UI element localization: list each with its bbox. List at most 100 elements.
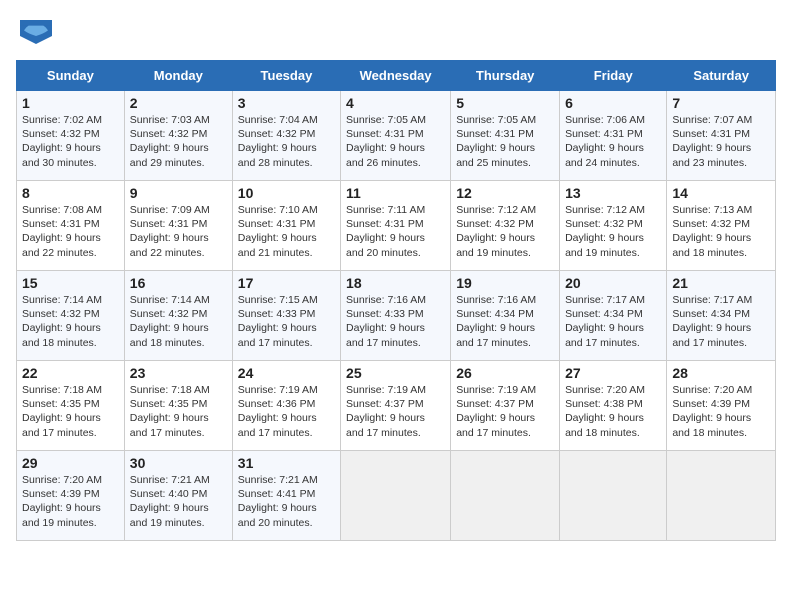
day-info: Sunrise: 7:21 AM Sunset: 4:40 PM Dayligh… <box>130 473 227 530</box>
calendar-cell: 24 Sunrise: 7:19 AM Sunset: 4:36 PM Dayl… <box>232 361 340 451</box>
day-number: 17 <box>238 275 335 291</box>
day-info: Sunrise: 7:05 AM Sunset: 4:31 PM Dayligh… <box>456 113 554 170</box>
day-info: Sunrise: 7:17 AM Sunset: 4:34 PM Dayligh… <box>565 293 661 350</box>
calendar-cell: 13 Sunrise: 7:12 AM Sunset: 4:32 PM Dayl… <box>560 181 667 271</box>
day-number: 4 <box>346 95 445 111</box>
day-number: 15 <box>22 275 119 291</box>
day-info: Sunrise: 7:05 AM Sunset: 4:31 PM Dayligh… <box>346 113 445 170</box>
calendar-cell: 4 Sunrise: 7:05 AM Sunset: 4:31 PM Dayli… <box>341 91 451 181</box>
day-info: Sunrise: 7:06 AM Sunset: 4:31 PM Dayligh… <box>565 113 661 170</box>
day-number: 14 <box>672 185 770 201</box>
day-info: Sunrise: 7:19 AM Sunset: 4:36 PM Dayligh… <box>238 383 335 440</box>
calendar-cell <box>667 451 776 541</box>
day-info: Sunrise: 7:12 AM Sunset: 4:32 PM Dayligh… <box>456 203 554 260</box>
day-header-saturday: Saturday <box>667 61 776 91</box>
day-number: 24 <box>238 365 335 381</box>
day-number: 23 <box>130 365 227 381</box>
calendar-cell <box>341 451 451 541</box>
calendar-cell: 30 Sunrise: 7:21 AM Sunset: 4:40 PM Dayl… <box>124 451 232 541</box>
day-info: Sunrise: 7:07 AM Sunset: 4:31 PM Dayligh… <box>672 113 770 170</box>
day-number: 3 <box>238 95 335 111</box>
day-number: 9 <box>130 185 227 201</box>
day-number: 1 <box>22 95 119 111</box>
day-header-sunday: Sunday <box>17 61 125 91</box>
day-info: Sunrise: 7:19 AM Sunset: 4:37 PM Dayligh… <box>346 383 445 440</box>
calendar-cell: 11 Sunrise: 7:11 AM Sunset: 4:31 PM Dayl… <box>341 181 451 271</box>
calendar-cell: 27 Sunrise: 7:20 AM Sunset: 4:38 PM Dayl… <box>560 361 667 451</box>
day-number: 5 <box>456 95 554 111</box>
day-info: Sunrise: 7:14 AM Sunset: 4:32 PM Dayligh… <box>22 293 119 350</box>
day-info: Sunrise: 7:16 AM Sunset: 4:33 PM Dayligh… <box>346 293 445 350</box>
calendar-cell: 26 Sunrise: 7:19 AM Sunset: 4:37 PM Dayl… <box>451 361 560 451</box>
calendar-cell <box>451 451 560 541</box>
day-info: Sunrise: 7:04 AM Sunset: 4:32 PM Dayligh… <box>238 113 335 170</box>
day-header-friday: Friday <box>560 61 667 91</box>
day-header-thursday: Thursday <box>451 61 560 91</box>
day-number: 27 <box>565 365 661 381</box>
day-number: 31 <box>238 455 335 471</box>
calendar-cell <box>560 451 667 541</box>
day-info: Sunrise: 7:11 AM Sunset: 4:31 PM Dayligh… <box>346 203 445 260</box>
day-number: 30 <box>130 455 227 471</box>
day-info: Sunrise: 7:15 AM Sunset: 4:33 PM Dayligh… <box>238 293 335 350</box>
day-header-monday: Monday <box>124 61 232 91</box>
day-number: 10 <box>238 185 335 201</box>
day-number: 16 <box>130 275 227 291</box>
calendar-cell: 15 Sunrise: 7:14 AM Sunset: 4:32 PM Dayl… <box>17 271 125 361</box>
day-number: 12 <box>456 185 554 201</box>
day-number: 19 <box>456 275 554 291</box>
day-info: Sunrise: 7:13 AM Sunset: 4:32 PM Dayligh… <box>672 203 770 260</box>
day-number: 28 <box>672 365 770 381</box>
day-info: Sunrise: 7:20 AM Sunset: 4:39 PM Dayligh… <box>672 383 770 440</box>
day-number: 6 <box>565 95 661 111</box>
day-info: Sunrise: 7:02 AM Sunset: 4:32 PM Dayligh… <box>22 113 119 170</box>
day-number: 25 <box>346 365 445 381</box>
day-number: 20 <box>565 275 661 291</box>
day-info: Sunrise: 7:09 AM Sunset: 4:31 PM Dayligh… <box>130 203 227 260</box>
calendar-cell: 23 Sunrise: 7:18 AM Sunset: 4:35 PM Dayl… <box>124 361 232 451</box>
logo <box>16 16 60 52</box>
day-number: 13 <box>565 185 661 201</box>
day-info: Sunrise: 7:18 AM Sunset: 4:35 PM Dayligh… <box>22 383 119 440</box>
calendar-cell: 8 Sunrise: 7:08 AM Sunset: 4:31 PM Dayli… <box>17 181 125 271</box>
calendar-cell: 19 Sunrise: 7:16 AM Sunset: 4:34 PM Dayl… <box>451 271 560 361</box>
calendar-cell: 14 Sunrise: 7:13 AM Sunset: 4:32 PM Dayl… <box>667 181 776 271</box>
day-number: 11 <box>346 185 445 201</box>
calendar: SundayMondayTuesdayWednesdayThursdayFrid… <box>16 60 776 541</box>
calendar-cell: 16 Sunrise: 7:14 AM Sunset: 4:32 PM Dayl… <box>124 271 232 361</box>
calendar-cell: 10 Sunrise: 7:10 AM Sunset: 4:31 PM Dayl… <box>232 181 340 271</box>
day-info: Sunrise: 7:12 AM Sunset: 4:32 PM Dayligh… <box>565 203 661 260</box>
calendar-cell: 18 Sunrise: 7:16 AM Sunset: 4:33 PM Dayl… <box>341 271 451 361</box>
calendar-cell: 6 Sunrise: 7:06 AM Sunset: 4:31 PM Dayli… <box>560 91 667 181</box>
header <box>16 16 776 52</box>
day-info: Sunrise: 7:21 AM Sunset: 4:41 PM Dayligh… <box>238 473 335 530</box>
day-info: Sunrise: 7:16 AM Sunset: 4:34 PM Dayligh… <box>456 293 554 350</box>
day-number: 22 <box>22 365 119 381</box>
calendar-cell: 17 Sunrise: 7:15 AM Sunset: 4:33 PM Dayl… <box>232 271 340 361</box>
calendar-cell: 20 Sunrise: 7:17 AM Sunset: 4:34 PM Dayl… <box>560 271 667 361</box>
calendar-cell: 25 Sunrise: 7:19 AM Sunset: 4:37 PM Dayl… <box>341 361 451 451</box>
day-info: Sunrise: 7:14 AM Sunset: 4:32 PM Dayligh… <box>130 293 227 350</box>
day-info: Sunrise: 7:03 AM Sunset: 4:32 PM Dayligh… <box>130 113 227 170</box>
day-number: 29 <box>22 455 119 471</box>
calendar-cell: 22 Sunrise: 7:18 AM Sunset: 4:35 PM Dayl… <box>17 361 125 451</box>
day-info: Sunrise: 7:20 AM Sunset: 4:38 PM Dayligh… <box>565 383 661 440</box>
day-number: 26 <box>456 365 554 381</box>
calendar-cell: 31 Sunrise: 7:21 AM Sunset: 4:41 PM Dayl… <box>232 451 340 541</box>
day-number: 21 <box>672 275 770 291</box>
day-number: 7 <box>672 95 770 111</box>
calendar-cell: 21 Sunrise: 7:17 AM Sunset: 4:34 PM Dayl… <box>667 271 776 361</box>
day-info: Sunrise: 7:17 AM Sunset: 4:34 PM Dayligh… <box>672 293 770 350</box>
calendar-cell: 12 Sunrise: 7:12 AM Sunset: 4:32 PM Dayl… <box>451 181 560 271</box>
day-number: 8 <box>22 185 119 201</box>
day-info: Sunrise: 7:10 AM Sunset: 4:31 PM Dayligh… <box>238 203 335 260</box>
calendar-cell: 9 Sunrise: 7:09 AM Sunset: 4:31 PM Dayli… <box>124 181 232 271</box>
day-info: Sunrise: 7:20 AM Sunset: 4:39 PM Dayligh… <box>22 473 119 530</box>
day-header-tuesday: Tuesday <box>232 61 340 91</box>
calendar-cell: 2 Sunrise: 7:03 AM Sunset: 4:32 PM Dayli… <box>124 91 232 181</box>
calendar-cell: 5 Sunrise: 7:05 AM Sunset: 4:31 PM Dayli… <box>451 91 560 181</box>
day-info: Sunrise: 7:18 AM Sunset: 4:35 PM Dayligh… <box>130 383 227 440</box>
calendar-cell: 7 Sunrise: 7:07 AM Sunset: 4:31 PM Dayli… <box>667 91 776 181</box>
calendar-cell: 1 Sunrise: 7:02 AM Sunset: 4:32 PM Dayli… <box>17 91 125 181</box>
day-number: 18 <box>346 275 445 291</box>
